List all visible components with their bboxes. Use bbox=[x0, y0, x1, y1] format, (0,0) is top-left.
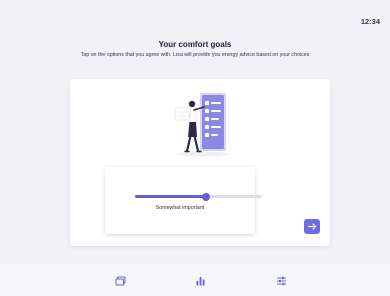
bar-chart-icon bbox=[196, 277, 204, 286]
slider-fill bbox=[135, 195, 207, 198]
status-time: 12:34 bbox=[360, 17, 380, 26]
header: Your comfort goals Tap on the options th… bbox=[0, 40, 390, 59]
cards-icon bbox=[115, 276, 125, 286]
importance-label: Somewhat important bbox=[155, 205, 205, 211]
next-button[interactable] bbox=[304, 219, 320, 234]
nav-tab-cards[interactable] bbox=[111, 272, 129, 290]
slider-thumb[interactable] bbox=[202, 192, 211, 201]
page-title: Your comfort goals bbox=[158, 40, 232, 49]
bottom-nav bbox=[0, 264, 390, 296]
importance-slider[interactable] bbox=[135, 192, 262, 201]
sliders-icon bbox=[276, 276, 286, 286]
goal-card: Somewhat important bbox=[70, 79, 330, 246]
page-subtitle: Tap on the options that you agree with. … bbox=[80, 52, 310, 58]
person-with-checklist-illustration bbox=[174, 93, 229, 157]
arrow-right-icon bbox=[307, 223, 316, 230]
importance-slider-panel: Somewhat important bbox=[105, 167, 262, 234]
nav-tab-statistics[interactable] bbox=[191, 272, 209, 290]
nav-tab-settings[interactable] bbox=[272, 272, 290, 290]
